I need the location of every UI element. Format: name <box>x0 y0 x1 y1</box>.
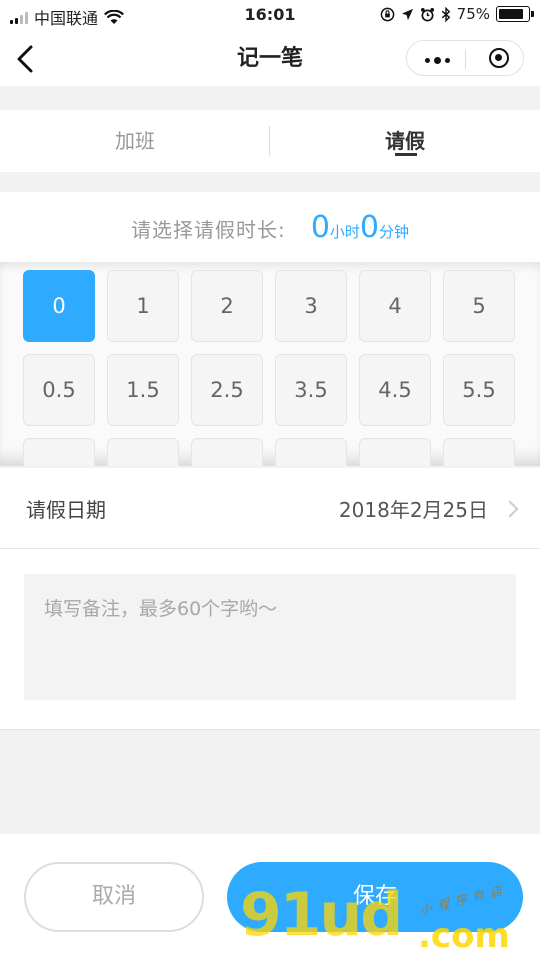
hour-option[interactable]: 5 <box>443 270 515 342</box>
nav-bar: 记一笔 <box>0 32 540 86</box>
capsule-divider <box>465 49 466 69</box>
hour-option-partial[interactable] <box>275 438 347 466</box>
hour-option[interactable]: 2.5 <box>191 354 263 426</box>
hour-option[interactable]: 0 <box>23 270 95 342</box>
hour-option-partial[interactable] <box>107 438 179 466</box>
duration-label: 请选择请假时长: <box>130 218 286 242</box>
watermark-logo: 91ud <box>240 880 403 950</box>
hour-picker-grid[interactable]: 0 1 2 3 4 5 0.5 1.5 2.5 3.5 4.5 5.5 <box>0 262 540 466</box>
note-section: 填写备注，最多60个字哟～ <box>0 549 540 730</box>
hour-option-partial[interactable] <box>443 438 515 466</box>
note-textarea[interactable]: 填写备注，最多60个字哟～ <box>24 574 516 700</box>
status-bar: 中国联通 16:01 75% <box>0 0 540 32</box>
chevron-right-icon <box>501 500 519 518</box>
leave-date-row[interactable]: 请假日期 2018年2月25日 <box>0 468 540 549</box>
duration-summary: 请选择请假时长: 0小时0分钟 <box>0 192 540 262</box>
hour-option-partial[interactable] <box>359 438 431 466</box>
location-icon <box>401 8 413 20</box>
hour-option[interactable]: 1 <box>107 270 179 342</box>
hour-option[interactable]: 4.5 <box>359 354 431 426</box>
status-right: 75% <box>380 5 534 23</box>
hour-option-partial[interactable] <box>191 438 263 466</box>
leave-date-value: 2018年2月25日 <box>338 498 488 522</box>
hour-option-partial[interactable] <box>23 438 95 466</box>
alarm-icon <box>420 7 434 21</box>
hour-option[interactable]: 4 <box>359 270 431 342</box>
minutes-unit: 分钟 <box>379 223 410 241</box>
duration-hours: 0 <box>310 210 330 245</box>
rotation-lock-icon <box>380 7 394 21</box>
mini-program-capsule <box>406 40 524 76</box>
tab-overtime[interactable]: 加班 <box>0 110 270 172</box>
bluetooth-icon <box>441 6 450 22</box>
hour-option[interactable]: 3.5 <box>275 354 347 426</box>
hour-option[interactable]: 2 <box>191 270 263 342</box>
battery-percent: 75% <box>456 5 490 23</box>
hour-option[interactable]: 3 <box>275 270 347 342</box>
close-target-icon[interactable] <box>489 48 509 68</box>
hour-option[interactable]: 5.5 <box>443 354 515 426</box>
hour-option[interactable]: 0.5 <box>23 354 95 426</box>
hour-option[interactable]: 1.5 <box>107 354 179 426</box>
type-tabs: 加班 请假 <box>0 110 540 172</box>
tab-active-indicator <box>395 153 417 156</box>
more-icon[interactable] <box>425 57 450 64</box>
cancel-button[interactable]: 取消 <box>24 862 204 932</box>
tab-leave[interactable]: 请假 <box>270 110 540 172</box>
duration-minutes: 0 <box>359 210 380 245</box>
watermark-domain: .com <box>418 916 510 956</box>
hours-unit: 小时 <box>329 223 360 241</box>
leave-date-label: 请假日期 <box>26 498 106 522</box>
battery-icon <box>496 6 534 22</box>
